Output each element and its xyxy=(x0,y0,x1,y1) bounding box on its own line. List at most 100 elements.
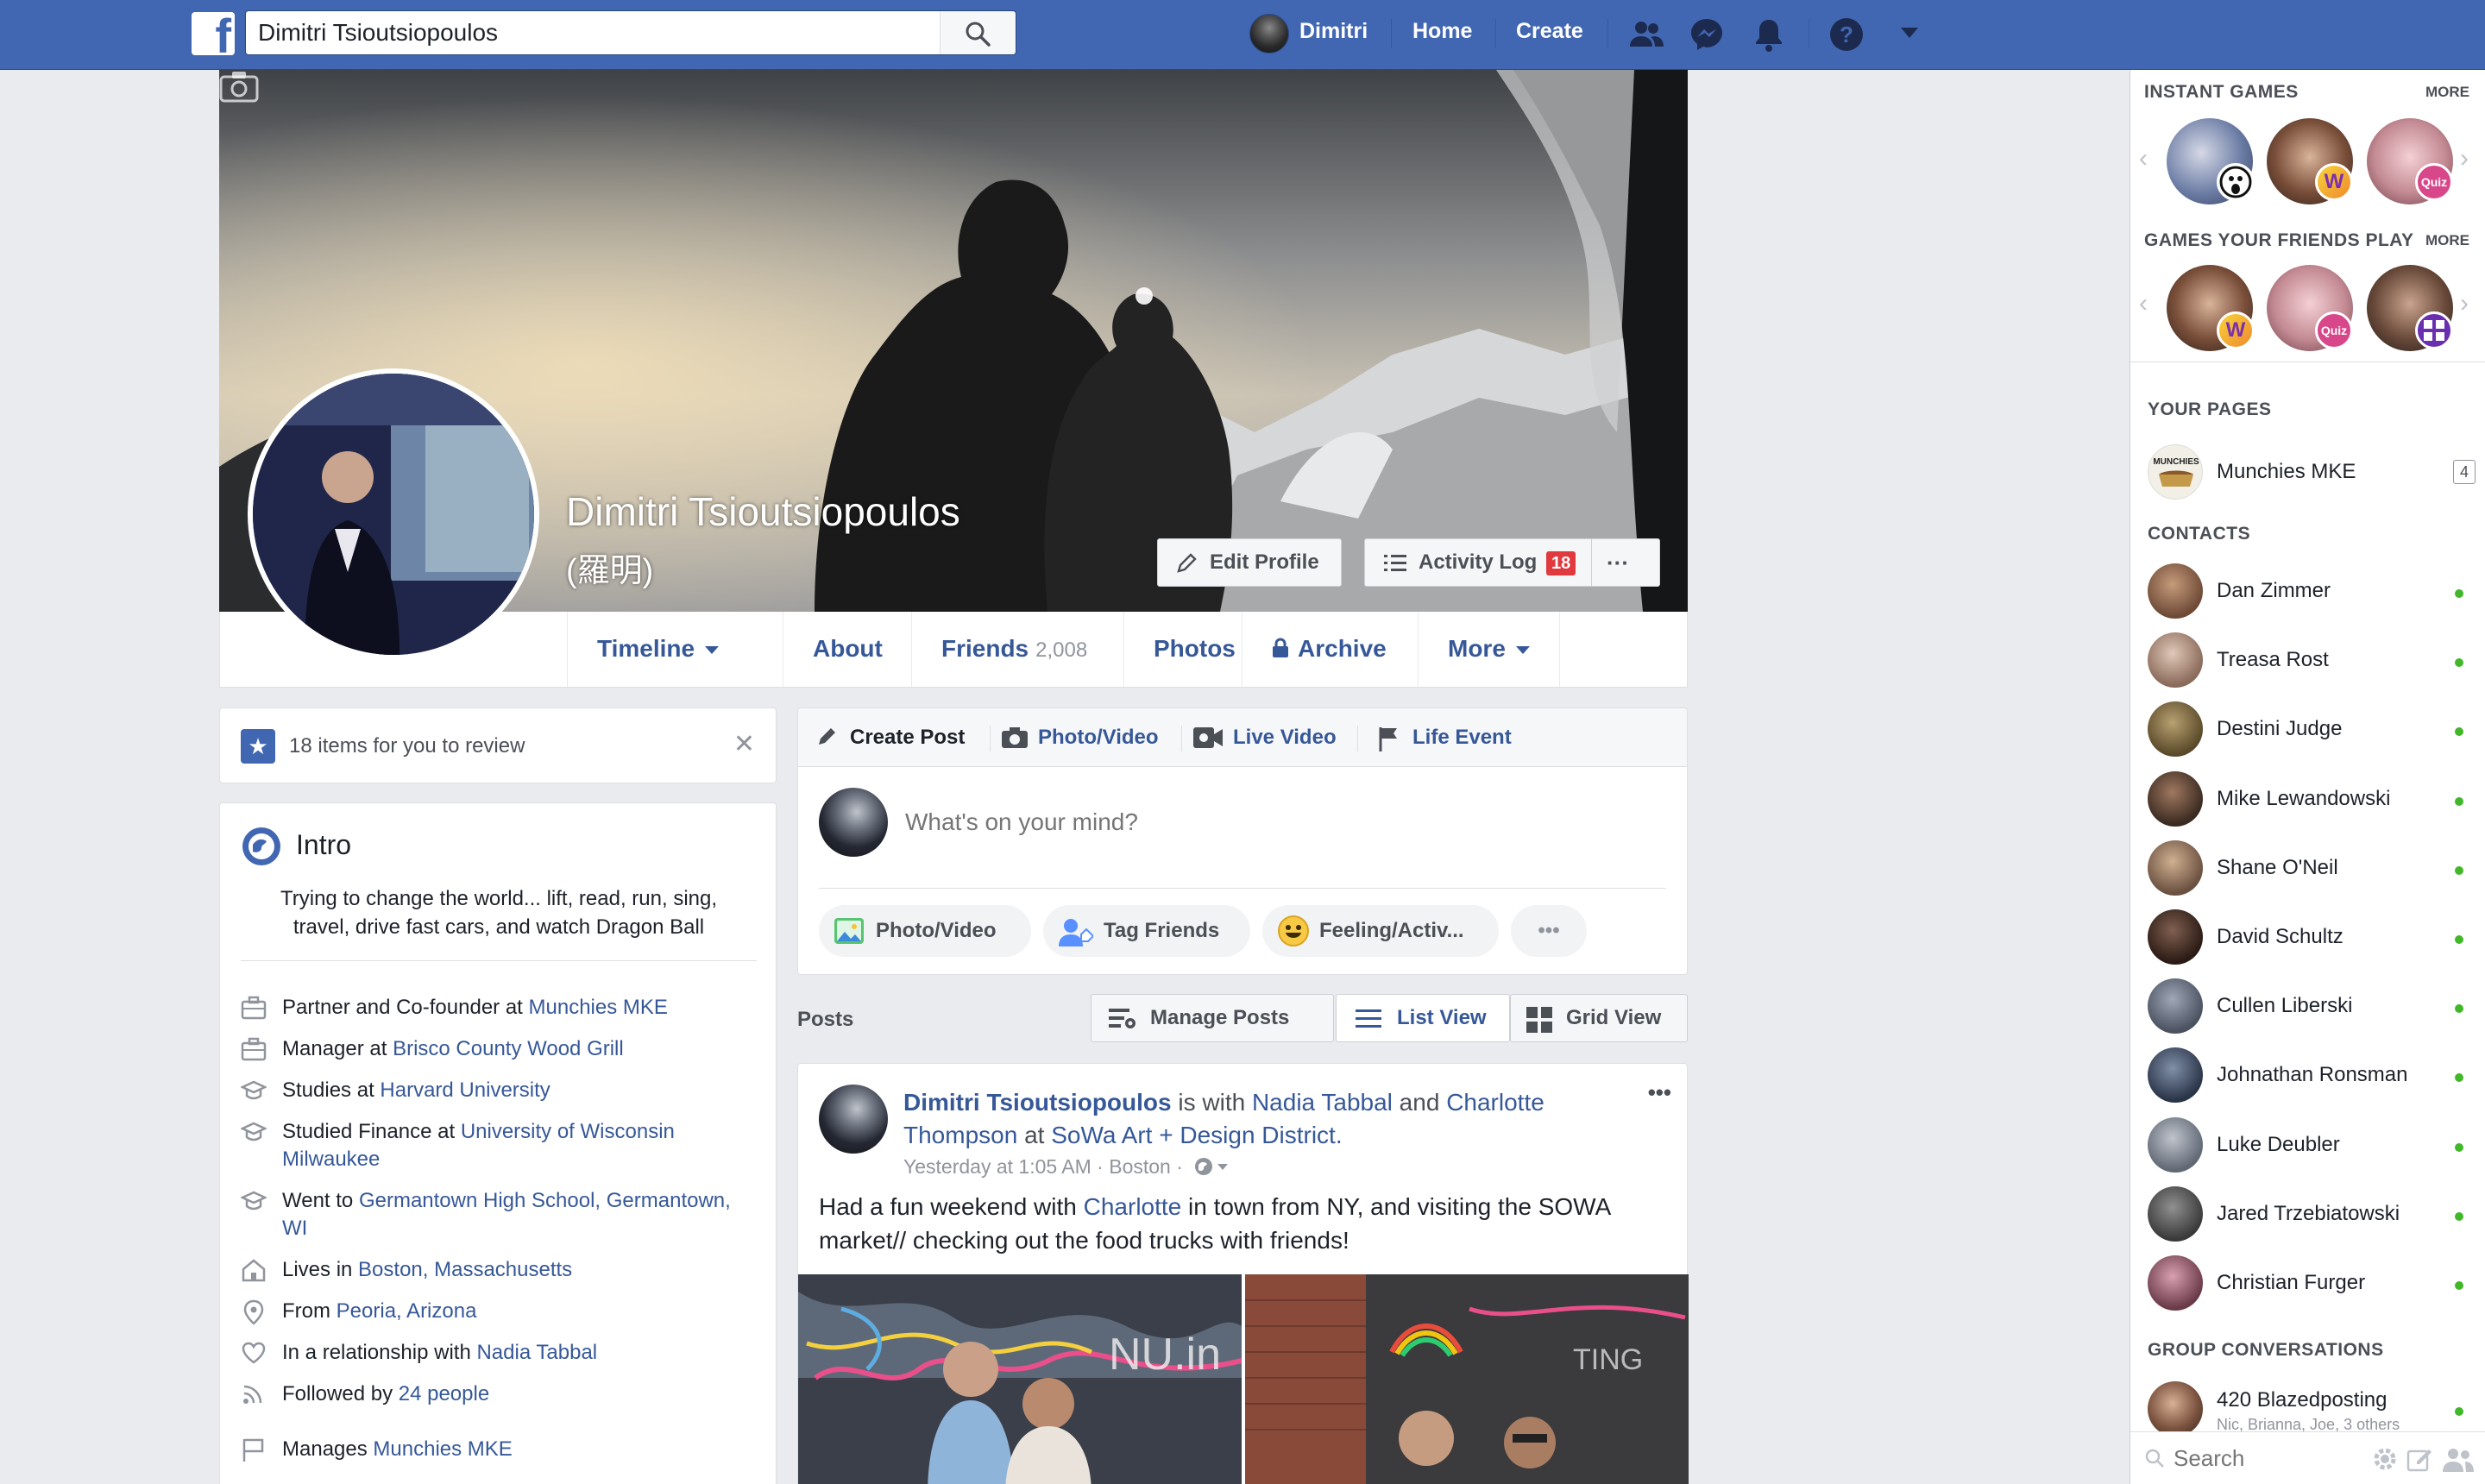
post-photo-2[interactable]: TING xyxy=(1245,1274,1689,1484)
compose-message-icon[interactable] xyxy=(2406,1446,2432,1472)
contact-item[interactable]: Luke Deubler xyxy=(2148,1116,2476,1174)
facebook-logo[interactable]: f xyxy=(192,12,235,55)
svg-text:MUNCHIES: MUNCHIES xyxy=(2153,457,2199,467)
post-options-button[interactable]: ••• xyxy=(1648,1079,1671,1106)
user-avatar[interactable] xyxy=(1249,14,1289,53)
tab-life-event[interactable]: Life Event xyxy=(1412,726,1512,750)
nav-create-link[interactable]: Create xyxy=(1516,19,1583,44)
nav-profile-link[interactable]: Dimitri xyxy=(1299,19,1368,44)
post-location-link[interactable]: SoWa Art + Design District. xyxy=(1051,1122,1342,1148)
intro-item-link[interactable]: Munchies MKE xyxy=(373,1437,512,1461)
tab-timeline[interactable]: Timeline xyxy=(567,612,748,687)
heart-icon xyxy=(241,1341,267,1369)
intro-divider xyxy=(241,960,757,961)
post-photo-1[interactable]: NU.in xyxy=(798,1274,1242,1484)
intro-item-label: Studied Finance at xyxy=(282,1120,461,1143)
post-author-link[interactable]: Dimitri Tsioutsiopoulos xyxy=(903,1089,1172,1116)
tab-timeline-label: Timeline xyxy=(597,635,695,662)
post-author-avatar[interactable] xyxy=(819,1085,888,1154)
globe-privacy-icon[interactable] xyxy=(1193,1156,1231,1177)
post-timestamp[interactable]: Yesterday at 1:05 AM · Boston · xyxy=(903,1155,1183,1178)
list-view-label: List View xyxy=(1397,1006,1487,1029)
game-badge-icon: Quiz xyxy=(2415,163,2453,201)
contact-avatar xyxy=(2148,632,2203,689)
rss-icon xyxy=(241,1382,267,1411)
contact-item[interactable]: Cullen Liberski xyxy=(2148,978,2476,1035)
intro-item-link[interactable]: Harvard University xyxy=(380,1078,550,1102)
contact-item[interactable]: Destini Judge xyxy=(2148,701,2476,758)
tag-friends-button[interactable]: Tag Friends xyxy=(1043,905,1250,957)
contact-item[interactable]: Treasa Rost xyxy=(2148,632,2476,689)
intro-item-link[interactable]: Boston, Massachusetts xyxy=(358,1258,572,1281)
feeling-activity-button[interactable]: Feeling/Activ... xyxy=(1262,905,1499,957)
grid-view-button[interactable]: Grid View xyxy=(1510,994,1688,1042)
intro-item-link[interactable]: Peoria, Arizona xyxy=(337,1299,477,1323)
update-cover-camera-icon[interactable] xyxy=(219,70,259,103)
chevron-left-icon[interactable]: ‹ xyxy=(2139,144,2148,173)
intro-item-label: Followed by xyxy=(282,1382,399,1405)
contact-item[interactable]: Christian Furger xyxy=(2148,1255,2476,1312)
post-mention-link[interactable]: Charlotte xyxy=(1084,1193,1182,1220)
intro-item-label: From xyxy=(282,1299,337,1323)
tab-friends-label: Friends xyxy=(941,635,1029,662)
photo-video-button[interactable]: Photo/Video xyxy=(819,905,1031,957)
create-group-icon[interactable] xyxy=(2443,1446,2474,1472)
close-icon[interactable]: ✕ xyxy=(733,729,755,759)
contact-item[interactable]: Mike Lewandowski xyxy=(2148,770,2476,828)
friend-requests-icon[interactable] xyxy=(1627,16,1665,53)
tab-photo-video[interactable]: Photo/Video xyxy=(1038,726,1159,750)
tab-divider xyxy=(990,726,991,751)
profile-picture[interactable] xyxy=(248,368,539,660)
edit-profile-button[interactable]: Edit Profile xyxy=(1157,538,1342,587)
instant-games-more-link[interactable]: MORE xyxy=(2425,84,2469,101)
intro-item-link[interactable]: Brisco County Wood Grill xyxy=(393,1037,624,1060)
chevron-right-icon[interactable]: › xyxy=(2460,289,2469,318)
profile-more-options-button[interactable]: ··· xyxy=(1607,539,1629,586)
account-menu-chevron-icon[interactable] xyxy=(1898,24,1921,41)
settings-gear-icon[interactable] xyxy=(2372,1446,2398,1472)
intro-item-link[interactable]: Nadia Tabbal xyxy=(476,1341,597,1364)
grid-view-label: Grid View xyxy=(1566,1006,1662,1029)
tab-create-post[interactable]: Create Post xyxy=(850,726,965,750)
profile-picture-image xyxy=(253,374,534,655)
search-input[interactable] xyxy=(246,11,936,54)
chevron-right-icon[interactable]: › xyxy=(2460,144,2469,173)
intro-item-link[interactable]: 24 people xyxy=(399,1382,489,1405)
tagged-friend-link[interactable]: Nadia Tabbal xyxy=(1252,1089,1393,1116)
notifications-bell-icon[interactable] xyxy=(1750,16,1788,53)
chat-search-input[interactable] xyxy=(2174,1441,2346,1475)
tab-about[interactable]: About xyxy=(783,612,912,687)
contact-item[interactable]: Shane O'Neil xyxy=(2148,839,2476,897)
tab-more[interactable]: More xyxy=(1418,612,1560,687)
contact-item[interactable]: Johnathan Ronsman xyxy=(2148,1047,2476,1104)
messenger-icon[interactable] xyxy=(1688,16,1726,53)
review-items-card[interactable]: ★ 18 items for you to review ✕ xyxy=(219,707,777,783)
briefcase-icon xyxy=(241,1037,267,1066)
tab-friends[interactable]: Friends 2,008 xyxy=(911,612,1117,687)
more-options-button[interactable]: ••• xyxy=(1511,905,1587,957)
online-status-dot xyxy=(2455,865,2463,875)
search-button[interactable] xyxy=(940,11,1016,54)
manage-posts-button[interactable]: Manage Posts xyxy=(1091,994,1334,1042)
contact-item[interactable]: David Schultz xyxy=(2148,909,2476,966)
tab-live-video[interactable]: Live Video xyxy=(1233,726,1337,750)
contact-item[interactable]: Jared Trzebiatowski xyxy=(2148,1185,2476,1243)
tab-archive[interactable]: Archive xyxy=(1242,612,1416,687)
activity-log-button[interactable]: Activity Log 18 ··· xyxy=(1364,538,1660,587)
right-sidebar: INSTANT GAMES MORE ‹ W Quiz › GAMES YOUR… xyxy=(2130,70,2485,1484)
list-view-button[interactable]: List View xyxy=(1336,994,1510,1042)
help-icon[interactable]: ? xyxy=(1828,16,1865,53)
contact-item[interactable]: Dan Zimmer xyxy=(2148,563,2476,620)
page-item-munchies[interactable]: MUNCHIES Munchies MKE 4 xyxy=(2148,444,2476,501)
nav-home-link[interactable]: Home xyxy=(1412,19,1472,44)
intro-item-link[interactable]: Munchies MKE xyxy=(529,996,668,1019)
profile-name[interactable]: Dimitri Tsioutsiopoulos xyxy=(566,488,960,535)
group-conversation-item[interactable]: 420 Blazedposting Nic, Brianna, Joe, 3 o… xyxy=(2148,1381,2476,1438)
intro-item: Partner and Co-founder at Munchies MKE xyxy=(282,994,748,1022)
intro-item: Manager at Brisco County Wood Grill xyxy=(282,1035,748,1063)
whats-on-your-mind-input[interactable] xyxy=(905,798,1664,846)
tab-archive-label: Archive xyxy=(1298,635,1387,662)
friends-games-more-link[interactable]: MORE xyxy=(2425,232,2469,249)
chevron-left-icon[interactable]: ‹ xyxy=(2139,289,2148,318)
intro-title: Intro xyxy=(296,829,352,860)
